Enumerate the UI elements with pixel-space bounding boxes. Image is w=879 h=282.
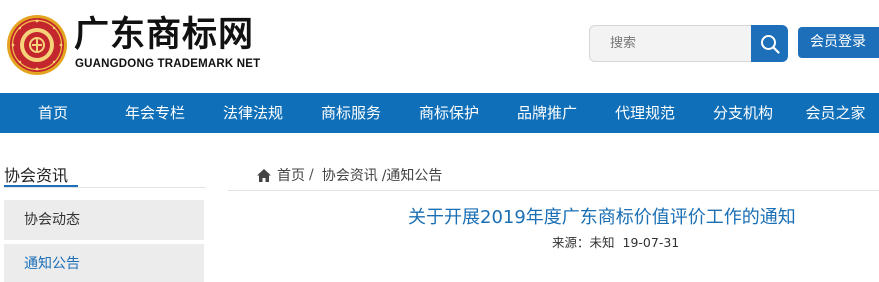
main-nav: 首页 年会专栏 法律法规 商标服务 商标保护 品牌推广 代理规范 分支机构 会员… bbox=[0, 93, 879, 133]
sidebar-heading: 协会资讯 bbox=[4, 166, 69, 185]
breadcrumb-current-link[interactable]: /通知公告 bbox=[382, 165, 443, 185]
source-label: 来源： bbox=[552, 235, 590, 250]
nav-item-laws[interactable]: 法律法规 bbox=[204, 93, 302, 133]
search-input[interactable] bbox=[590, 26, 752, 61]
breadcrumb-home-link[interactable]: 首页 bbox=[277, 165, 305, 185]
breadcrumb-separator: / bbox=[309, 167, 314, 183]
article-meta: 来源：未知 19-07-31 bbox=[552, 232, 679, 251]
sidebar-divider bbox=[4, 187, 206, 188]
sidebar-item-association-news[interactable]: 协会动态 bbox=[4, 200, 204, 240]
search-icon bbox=[760, 34, 780, 54]
content-divider bbox=[228, 190, 879, 191]
nav-item-agency-standards[interactable]: 代理规范 bbox=[596, 93, 694, 133]
nav-item-brand-promotion[interactable]: 品牌推广 bbox=[498, 93, 596, 133]
sidebar-item-notices[interactable]: 通知公告 bbox=[4, 244, 204, 282]
sidebar-heading-underline bbox=[4, 185, 78, 187]
home-icon bbox=[257, 168, 271, 182]
breadcrumb: 首页 / 协会资讯 /通知公告 bbox=[256, 165, 442, 185]
source-value: 未知 bbox=[589, 235, 615, 250]
nav-item-home[interactable]: 首页 bbox=[0, 93, 106, 133]
site-title: 广东商标网 bbox=[74, 15, 255, 55]
publish-date: 19-07-31 bbox=[622, 235, 680, 250]
association-seal-icon bbox=[7, 15, 67, 75]
nav-item-trademark-protection[interactable]: 商标保护 bbox=[400, 93, 498, 133]
nav-item-annual-meeting[interactable]: 年会专栏 bbox=[106, 93, 204, 133]
login-button[interactable]: 会员登录 bbox=[798, 27, 879, 58]
search-box bbox=[589, 25, 752, 62]
nav-item-trademark-services[interactable]: 商标服务 bbox=[302, 93, 400, 133]
search-button[interactable] bbox=[751, 25, 788, 62]
nav-item-members[interactable]: 会员之家 bbox=[792, 93, 879, 133]
breadcrumb-section-link[interactable]: 协会资讯 bbox=[322, 165, 378, 185]
nav-item-branches[interactable]: 分支机构 bbox=[694, 93, 792, 133]
article-title: 关于开展2019年度广东商标价值评价工作的通知 bbox=[408, 207, 796, 228]
site-subtitle: GUANGDONG TRADEMARK NET bbox=[75, 58, 261, 70]
